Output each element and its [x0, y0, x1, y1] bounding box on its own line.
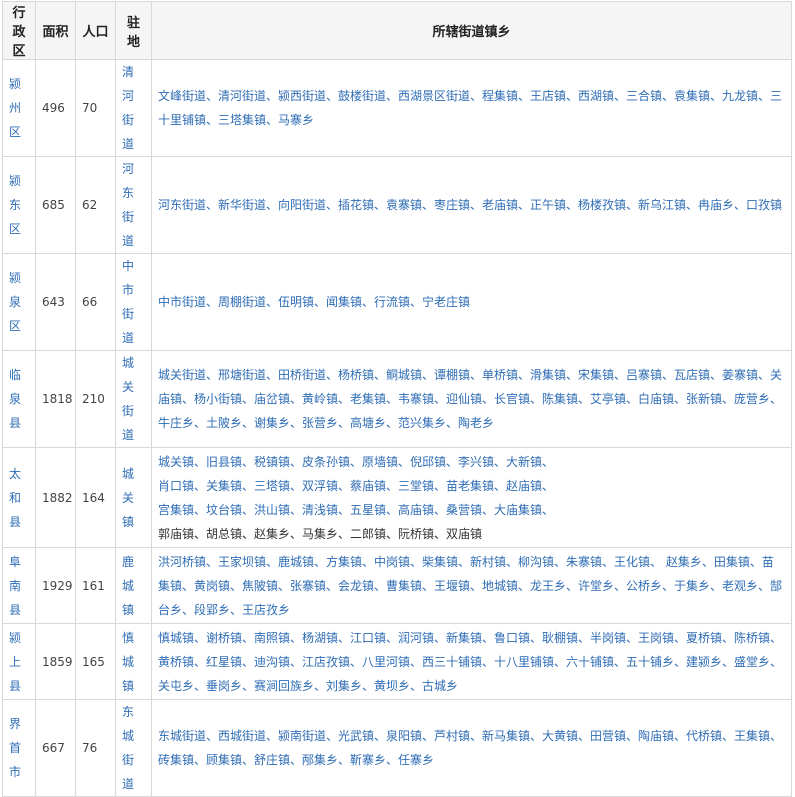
area-value: 496 [35, 59, 76, 157]
header-towns: 所辖街道镇乡 [151, 1, 792, 60]
district-name[interactable]: 颍东区 [2, 156, 36, 254]
seat-link[interactable]: 慎城镇 [115, 623, 152, 700]
header-district: 行政区 [2, 1, 36, 60]
district-table: 行政区 面积 人口 驻地 所辖街道镇乡 颍州区 496 70 清河街道 文峰街道… [2, 1, 792, 797]
district-name[interactable]: 颍上县 [2, 623, 36, 700]
district-name[interactable]: 界首市 [2, 699, 36, 797]
area-value: 1882 [35, 447, 76, 548]
towns-line-plain: 郭庙镇、胡总镇、赵集乡、马集乡、二郎镇、阮桥镇、双庙镇 [158, 526, 483, 541]
area-value: 643 [35, 253, 76, 351]
area-value: 1929 [35, 547, 76, 624]
district-name[interactable]: 阜南县 [2, 547, 36, 624]
population-value: 66 [75, 253, 116, 351]
table-row: 太和县 1882 164 城关镇 城关镇、旧县镇、税镇镇、皮条孙镇、原墙镇、倪邱… [2, 447, 792, 548]
header-area: 面积 [35, 1, 76, 60]
towns-list[interactable]: 城关镇、旧县镇、税镇镇、皮条孙镇、原墙镇、倪邱镇、李兴镇、大新镇、 肖口镇、关集… [151, 447, 792, 548]
seat-link[interactable]: 鹿城镇 [115, 547, 152, 624]
table-row: 颍上县 1859 165 慎城镇 慎城镇、谢桥镇、南照镇、杨湖镇、江口镇、润河镇… [2, 623, 792, 700]
table-row: 临泉县 1818 210 城关街道 城关街道、邢塘街道、田桥街道、杨桥镇、鲖城镇… [2, 350, 792, 448]
towns-line[interactable]: 肖口镇、关集镇、三塔镇、双浮镇、蔡庙镇、三堂镇、苗老集镇、赵庙镇、 [158, 474, 785, 498]
population-value: 164 [75, 447, 116, 548]
header-seat: 驻地 [115, 1, 152, 60]
seat-link[interactable]: 东城街道 [115, 699, 152, 797]
towns-list[interactable]: 洪河桥镇、王家坝镇、鹿城镇、方集镇、中岗镇、柴集镇、新村镇、柳沟镇、朱寨镇、王化… [151, 547, 792, 624]
population-value: 76 [75, 699, 116, 797]
population-value: 210 [75, 350, 116, 448]
table-row: 颍东区 685 62 河东街道 河东街道、新华街道、向阳街道、插花镇、袁寨镇、枣… [2, 156, 792, 254]
seat-link[interactable]: 城关街道 [115, 350, 152, 448]
population-value: 70 [75, 59, 116, 157]
towns-list[interactable]: 文峰街道、清河街道、颍西街道、鼓楼街道、西湖景区街道、程集镇、王店镇、西湖镇、三… [151, 59, 792, 157]
district-name[interactable]: 临泉县 [2, 350, 36, 448]
towns-list[interactable]: 河东街道、新华街道、向阳街道、插花镇、袁寨镇、枣庄镇、老庙镇、正午镇、杨楼孜镇、… [151, 156, 792, 254]
district-name[interactable]: 颍泉区 [2, 253, 36, 351]
district-name[interactable]: 太和县 [2, 447, 36, 548]
population-value: 62 [75, 156, 116, 254]
population-value: 161 [75, 547, 116, 624]
area-value: 685 [35, 156, 76, 254]
towns-line[interactable]: 城关镇、旧县镇、税镇镇、皮条孙镇、原墙镇、倪邱镇、李兴镇、大新镇、 [158, 450, 785, 474]
seat-link[interactable]: 城关镇 [115, 447, 152, 548]
table-header-row: 行政区 面积 人口 驻地 所辖街道镇乡 [2, 1, 792, 60]
seat-link[interactable]: 中市街道 [115, 253, 152, 351]
population-value: 165 [75, 623, 116, 700]
area-value: 1859 [35, 623, 76, 700]
table-row: 界首市 667 76 东城街道 东城街道、西城街道、颍南街道、光武镇、泉阳镇、芦… [2, 699, 792, 797]
towns-list[interactable]: 中市街道、周棚街道、伍明镇、闻集镇、行流镇、宁老庄镇 [151, 253, 792, 351]
table-row: 颍泉区 643 66 中市街道 中市街道、周棚街道、伍明镇、闻集镇、行流镇、宁老… [2, 253, 792, 351]
seat-link[interactable]: 河东街道 [115, 156, 152, 254]
district-name[interactable]: 颍州区 [2, 59, 36, 157]
area-value: 667 [35, 699, 76, 797]
towns-list[interactable]: 城关街道、邢塘街道、田桥街道、杨桥镇、鲖城镇、谭棚镇、单桥镇、滑集镇、宋集镇、吕… [151, 350, 792, 448]
header-population: 人口 [75, 1, 116, 60]
towns-line[interactable]: 宫集镇、坟台镇、洪山镇、清浅镇、五星镇、高庙镇、桑营镇、大庙集镇、 [158, 498, 785, 522]
table-row: 阜南县 1929 161 鹿城镇 洪河桥镇、王家坝镇、鹿城镇、方集镇、中岗镇、柴… [2, 547, 792, 624]
seat-link[interactable]: 清河街道 [115, 59, 152, 157]
area-value: 1818 [35, 350, 76, 448]
towns-list[interactable]: 慎城镇、谢桥镇、南照镇、杨湖镇、江口镇、润河镇、新集镇、鲁口镇、耿棚镇、半岗镇、… [151, 623, 792, 700]
table-row: 颍州区 496 70 清河街道 文峰街道、清河街道、颍西街道、鼓楼街道、西湖景区… [2, 59, 792, 157]
towns-list[interactable]: 东城街道、西城街道、颍南街道、光武镇、泉阳镇、芦村镇、新马集镇、大黄镇、田营镇、… [151, 699, 792, 797]
